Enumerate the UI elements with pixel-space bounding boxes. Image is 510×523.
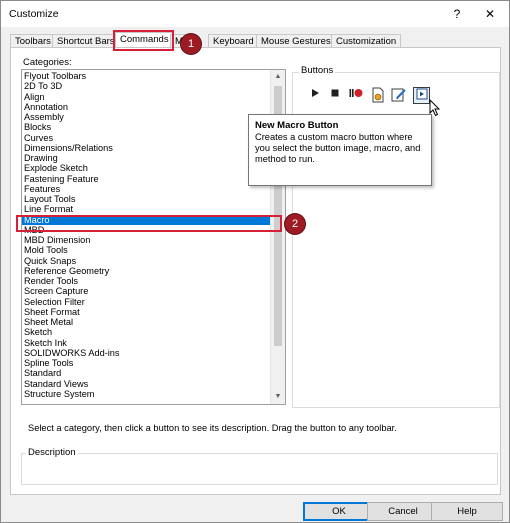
tab-customization[interactable]: Customization	[331, 34, 402, 48]
new-macro-button-icon[interactable]	[413, 87, 430, 104]
description-box	[21, 453, 498, 485]
category-item[interactable]: Align	[22, 92, 271, 102]
category-item[interactable]: Flyout Toolbars	[22, 71, 271, 81]
category-item[interactable]: Dimensions/Relations	[22, 143, 271, 153]
category-item[interactable]: Fastening Feature	[22, 174, 271, 184]
category-item[interactable]: Sketch	[22, 327, 271, 337]
record-macro-icon[interactable]	[348, 87, 364, 103]
tab-mouse-gestures[interactable]: Mouse Gestures	[256, 34, 336, 48]
category-item[interactable]: 2D To 3D	[22, 81, 271, 91]
categories-label: Categories:	[23, 57, 72, 68]
edit-macro-icon[interactable]	[391, 87, 407, 103]
cancel-button[interactable]: Cancel	[367, 502, 439, 521]
category-item[interactable]: Curves	[22, 133, 271, 143]
tab-shortcut-bars[interactable]: Shortcut Bars	[52, 34, 120, 48]
category-item[interactable]: Drawing	[22, 153, 271, 163]
category-item[interactable]: Explode Sketch	[22, 163, 271, 173]
category-item[interactable]: Annotation	[22, 102, 271, 112]
tooltip-title: New Macro Button	[255, 120, 339, 131]
category-item[interactable]: Sheet Format	[22, 307, 271, 317]
step-badge-1: 1	[181, 34, 201, 54]
category-item[interactable]: Line Format	[22, 204, 271, 214]
category-item[interactable]: Structure System	[22, 389, 271, 399]
tab-toolbars[interactable]: Toolbars	[10, 34, 56, 48]
category-item[interactable]: Layout Tools	[22, 194, 271, 204]
tab-commands[interactable]: Commands	[115, 32, 174, 48]
category-item[interactable]: MBD Dimension	[22, 235, 271, 245]
scroll-down-icon[interactable]: ▼	[271, 390, 285, 404]
category-item[interactable]: Mold Tools	[22, 245, 271, 255]
instruction-text: Select a category, then click a button t…	[28, 423, 397, 433]
category-item[interactable]: Sheet Metal	[22, 317, 271, 327]
buttons-group-label: Buttons	[299, 65, 336, 76]
category-item[interactable]: Blocks	[22, 122, 271, 132]
category-item[interactable]: Standard Views	[22, 379, 271, 389]
category-item[interactable]: Macro	[22, 214, 271, 225]
run-macro-icon[interactable]	[307, 87, 323, 103]
step-badge-2: 2	[285, 214, 305, 234]
description-label: Description	[26, 447, 78, 458]
category-item[interactable]: Selection Filter	[22, 297, 271, 307]
category-item[interactable]: Sketch Ink	[22, 338, 271, 348]
category-item[interactable]: MBD	[22, 225, 271, 235]
ok-button[interactable]: OK	[303, 502, 375, 521]
category-item[interactable]: Spline Tools	[22, 358, 271, 368]
categories-list-items: Flyout Toolbars 2D To 3D Align Annotation As…	[22, 71, 271, 399]
help-button[interactable]: Help	[431, 502, 503, 521]
help-title-button[interactable]: ?	[444, 4, 470, 24]
tab-keyboard[interactable]: Keyboard	[208, 34, 259, 48]
window-title: Customize	[9, 8, 59, 20]
categories-list[interactable]: Flyout Toolbars 2D To 3D Align Annotation As…	[21, 69, 286, 405]
category-item[interactable]: Standard	[22, 368, 271, 378]
category-item[interactable]: Render Tools	[22, 276, 271, 286]
scroll-up-icon[interactable]: ▲	[271, 70, 285, 84]
tooltip-description: Creates a custom macro button where you …	[255, 132, 421, 164]
title-bar: Customize ? ✕	[1, 1, 509, 27]
customize-dialog: Customize ? ✕ Toolbars Shortcut Bars Com…	[0, 0, 510, 523]
close-icon[interactable]: ✕	[477, 4, 503, 24]
category-item[interactable]: Features	[22, 184, 271, 194]
category-item[interactable]: Assembly	[22, 112, 271, 122]
new-macro-icon[interactable]	[370, 87, 386, 103]
category-item[interactable]: Quick Snaps	[22, 256, 271, 266]
category-item[interactable]: SOLIDWORKS Add-ins	[22, 348, 271, 358]
new-macro-button-tooltip: New Macro Button Creates a custom macro …	[248, 114, 432, 186]
stop-macro-icon[interactable]	[327, 87, 343, 103]
category-item[interactable]: Reference Geometry	[22, 266, 271, 276]
category-item[interactable]: Screen Capture	[22, 286, 271, 296]
